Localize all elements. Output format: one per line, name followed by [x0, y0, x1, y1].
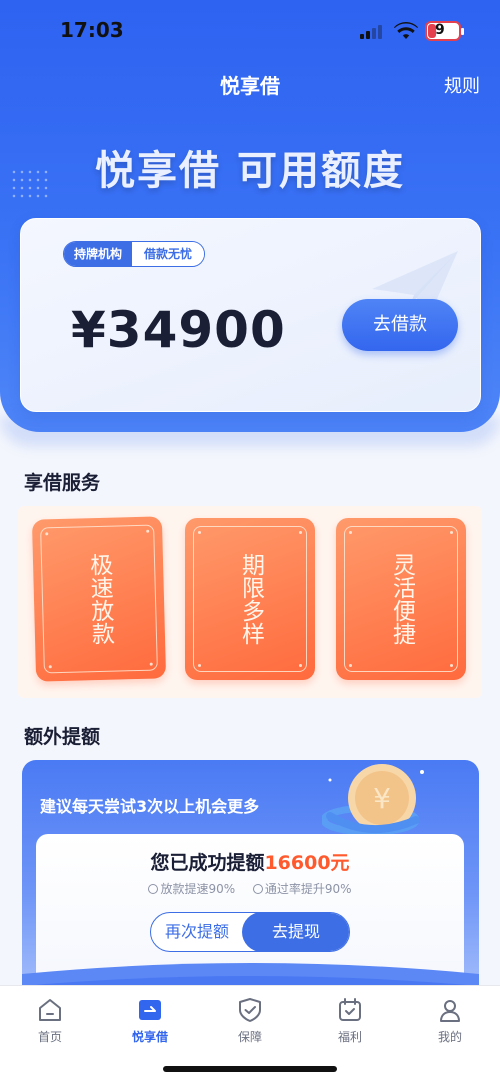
tab-home[interactable]: 首页 — [0, 986, 100, 1056]
borrow-button[interactable]: 去借款 — [342, 299, 458, 351]
check-circle-icon — [252, 884, 263, 894]
success-prefix: 您已成功提额 — [150, 852, 265, 874]
tab-label: 首页 — [37, 1030, 62, 1044]
tab-label: 福利 — [337, 1030, 362, 1044]
withdraw-button[interactable]: 去提现 — [242, 913, 349, 951]
service-label: 期限多样 — [237, 553, 264, 645]
feature-payout-speed: 放款提速90% — [160, 882, 236, 896]
quota-action-group: 再次提额 去提现 — [150, 912, 350, 952]
tab-loan[interactable]: 悦享借 — [100, 986, 200, 1056]
retry-quota-button[interactable]: 再次提额 — [151, 913, 243, 951]
calendar-check-icon — [339, 998, 361, 1021]
loan-icon — [139, 1000, 161, 1020]
services-title-text: 享借服务 — [24, 472, 101, 494]
license-tag: 持牌机构 借款无忧 — [63, 241, 206, 267]
user-icon — [440, 1000, 460, 1022]
tag-worry-free: 借款无忧 — [132, 242, 205, 266]
wifi-icon — [394, 22, 418, 39]
success-amount: 16600元 — [264, 852, 350, 874]
extra-quota-section-title: 额外提额 — [20, 722, 108, 749]
quota-hint: 建议每天尝试3次以上机会更多 — [40, 797, 260, 816]
feature-approval-rate: 通过率提升90% — [264, 882, 352, 896]
tag-licensed: 持牌机构 — [64, 242, 133, 266]
rules-link[interactable]: 规则 — [444, 72, 480, 98]
service-label: 灵活便捷 — [388, 553, 415, 645]
cellular-signal-icon — [360, 25, 384, 39]
home-icon — [39, 999, 61, 1021]
service-card-convenient[interactable]: 灵活便捷 — [336, 518, 466, 680]
tab-protection[interactable]: 保障 — [200, 986, 300, 1056]
tab-label: 保障 — [237, 1030, 262, 1044]
svg-text:¥: ¥ — [373, 782, 391, 815]
home-indicator — [163, 1066, 337, 1072]
status-bar: 17:03 9 — [0, 16, 500, 46]
credit-limit-card: 持牌机构 借款无忧 ¥34900 去借款 — [20, 218, 481, 412]
success-message: 您已成功提额16600元 — [36, 848, 464, 875]
feature-list: 放款提速90% 通过率提升90% — [36, 880, 464, 897]
battery-icon: 9 — [425, 21, 464, 41]
service-label: 极速放款 — [85, 552, 114, 646]
tab-benefits[interactable]: 福利 — [300, 986, 400, 1056]
page-title: 悦享借 — [220, 74, 280, 98]
status-time: 17:03 — [60, 18, 124, 42]
extra-quota-title-text: 额外提额 — [24, 726, 101, 748]
tab-label: 我的 — [437, 1030, 462, 1044]
tab-label: 悦享借 — [131, 1030, 168, 1044]
app-screen: 17:03 9 悦享借 规则 悦享借 可用额度 持牌机构 借款无忧 ¥34900… — [0, 0, 500, 1082]
battery-level: 9 — [435, 22, 445, 38]
coin-icon: ¥ — [322, 764, 424, 836]
check-circle-icon — [148, 884, 159, 894]
hero-headline: 悦享借 可用额度 — [95, 148, 405, 194]
available-amount: ¥34900 — [71, 301, 286, 359]
extra-quota-card: 建议每天尝试3次以上机会更多 ¥ 您已成功提额16600元 放款提速90% 通过… — [22, 760, 479, 1000]
services-section-title: 享借服务 — [20, 468, 122, 495]
service-card-flexible-terms[interactable]: 期限多样 — [185, 518, 315, 680]
service-card-fast-payout[interactable]: 极速放款 — [31, 516, 167, 682]
shield-icon — [239, 998, 261, 1022]
tab-profile[interactable]: 我的 — [400, 986, 500, 1056]
